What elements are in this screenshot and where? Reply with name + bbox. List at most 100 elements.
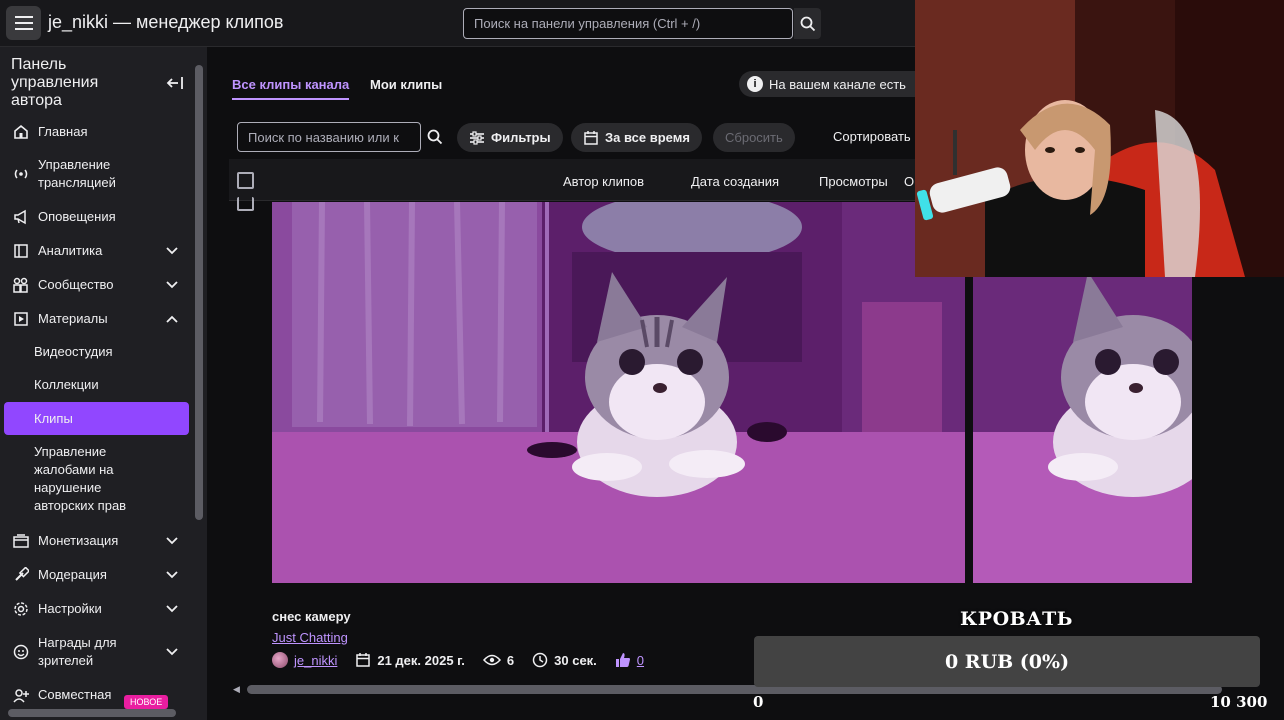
collapse-sidebar-icon[interactable] <box>165 73 185 93</box>
sort-dropdown[interactable]: Сортировать <box>833 129 911 144</box>
sidebar-item-label: Оповещения <box>38 209 116 224</box>
clip-author[interactable]: je_nikki <box>272 652 337 668</box>
goal-progress-text: 0 RUB (0%) <box>944 650 1070 673</box>
clip-likes-count[interactable]: 0 <box>637 653 644 668</box>
column-more[interactable]: О <box>904 174 914 189</box>
clip-category-link[interactable]: Just Chatting <box>272 630 348 645</box>
clock-icon <box>532 652 548 668</box>
analytics-icon <box>10 242 32 260</box>
broadcast-icon <box>10 165 32 183</box>
clip-duration: 30 сек. <box>532 652 597 668</box>
sidebar-item-content[interactable]: Материалы <box>4 309 189 329</box>
scroll-left-arrow[interactable]: ◀ <box>233 684 240 695</box>
megaphone-icon <box>10 208 32 226</box>
sidebar-item-analytics[interactable]: Аналитика <box>4 241 189 261</box>
reset-button[interactable]: Сбросить <box>713 123 795 152</box>
sidebar-subitem-collections[interactable]: Коллекции <box>4 376 189 394</box>
period-label: За все время <box>605 130 690 145</box>
sidebar-item-label: Аналитика <box>38 243 103 258</box>
reset-label: Сбросить <box>725 130 783 145</box>
column-clip-author[interactable]: Автор клипов <box>563 174 644 189</box>
sidebar-item-home[interactable]: Главная <box>4 122 189 142</box>
moderation-icon <box>10 566 32 584</box>
chevron-up-icon <box>163 310 181 328</box>
clip-date: 21 дек. 2025 г. <box>355 652 465 668</box>
clip-likes[interactable]: 0 <box>615 652 644 668</box>
sidebar-item-viewer-rewards[interactable]: Награды для зрителей <box>4 633 189 671</box>
sidebar-item-label: Главная <box>38 124 88 139</box>
new-badge: НОВОЕ <box>124 695 169 709</box>
thumbs-up-icon <box>615 653 630 667</box>
clip-views-count: 6 <box>506 652 515 668</box>
sidebar-item-label: Настройки <box>38 601 102 616</box>
sidebar-item-moderation[interactable]: Модерация <box>4 565 189 585</box>
select-all-checkbox[interactable] <box>237 172 254 189</box>
chevron-down-icon <box>163 532 181 550</box>
calendar-icon <box>356 653 371 667</box>
sidebar-item-label: Модерация <box>38 567 107 582</box>
sidebar-item-alerts[interactable]: Оповещения <box>4 207 189 227</box>
sidebar-item-label: Материалы <box>38 311 108 326</box>
clip-search[interactable] <box>237 122 421 152</box>
sidebar: Панель управления автора Главная Управле… <box>0 47 207 720</box>
column-created-date[interactable]: Дата создания <box>691 174 779 189</box>
sidebar-item-label: Сообщество <box>38 277 114 292</box>
eye-icon <box>482 654 501 666</box>
chevron-down-icon <box>163 276 181 294</box>
sidebar-subitem-clips[interactable]: Клипы <box>4 402 189 435</box>
page-title: je_nikki — менеджер клипов <box>48 12 284 32</box>
goal-min: 0 <box>753 693 764 711</box>
home-icon <box>10 123 32 141</box>
sidebar-item-community[interactable]: Сообщество <box>4 275 189 295</box>
sidebar-item-stream-manager[interactable]: Управление трансляцией <box>4 155 189 193</box>
clip-date-text: 21 дек. 2025 г. <box>377 652 465 668</box>
filters-label: Фильтры <box>491 130 551 145</box>
info-banner[interactable]: i На вашем канале есть <box>739 71 939 97</box>
sidebar-horizontal-scrollbar[interactable] <box>8 709 176 717</box>
info-icon: i <box>747 76 763 92</box>
clip-search-button[interactable] <box>421 122 449 152</box>
dashboard-search[interactable] <box>463 8 793 39</box>
filters-button[interactable]: Фильтры <box>457 123 563 152</box>
sidebar-scrollbar[interactable] <box>195 65 203 520</box>
collab-icon <box>10 686 32 704</box>
community-icon <box>10 276 32 294</box>
sidebar-subitem-video-studio[interactable]: Видеостудия <box>4 343 189 361</box>
sidebar-item-label: Монетизация <box>38 533 119 548</box>
sidebar-item-settings[interactable]: Настройки <box>4 599 189 619</box>
sidebar-item-label: Управление трансляцией <box>38 157 116 190</box>
goal-progress-bar: 0 RUB (0%) <box>754 636 1260 687</box>
avatar <box>272 652 288 668</box>
chevron-down-icon <box>163 566 181 584</box>
cat-image <box>272 202 965 583</box>
period-button[interactable]: За все время <box>571 123 702 152</box>
clip-thumbnail[interactable] <box>272 202 965 583</box>
tab-all-channel-clips[interactable]: Все клипы канала <box>232 77 350 100</box>
clip-title[interactable]: снес камеру <box>272 609 351 624</box>
clip-duration-text: 30 сек. <box>554 652 597 668</box>
dashboard-search-input[interactable] <box>464 9 792 38</box>
search-button[interactable] <box>794 8 821 39</box>
menu-icon[interactable] <box>6 6 41 40</box>
chevron-down-icon <box>163 643 181 661</box>
clip-search-input[interactable] <box>238 123 420 151</box>
sidebar-item-label: Награды для зрителей <box>38 635 117 668</box>
clip-author-link[interactable]: je_nikki <box>294 653 337 668</box>
tab-my-clips[interactable]: Мои клипы <box>370 77 442 98</box>
goal-title: КРОВАТЬ <box>960 608 1073 630</box>
filter-icon <box>470 130 484 145</box>
content-icon <box>10 310 32 328</box>
sidebar-title: Панель управления автора <box>11 56 99 109</box>
chevron-down-icon <box>163 242 181 260</box>
sidebar-item-monetization[interactable]: Монетизация <box>4 531 189 551</box>
goal-max: 10 300 <box>1210 693 1268 711</box>
rewards-icon <box>10 643 32 661</box>
gear-icon <box>10 600 32 618</box>
search-icon <box>800 16 815 31</box>
chevron-down-icon <box>163 600 181 618</box>
column-views[interactable]: Просмотры <box>819 174 888 189</box>
webcam-image <box>915 0 1284 277</box>
calendar-icon <box>584 130 598 145</box>
sidebar-subitem-copyright-claims[interactable]: Управление жалобами на нарушение авторск… <box>4 443 154 515</box>
row-checkbox[interactable] <box>237 197 254 211</box>
